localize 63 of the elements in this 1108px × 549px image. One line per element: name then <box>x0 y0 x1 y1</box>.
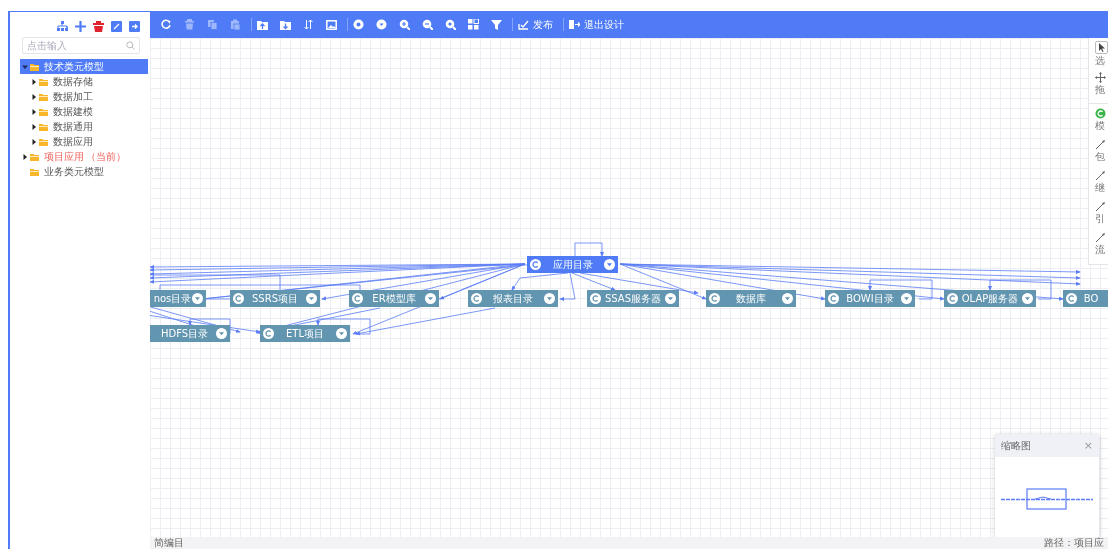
toolbar-button[interactable]: 发布 <box>517 16 554 33</box>
diagram-node[interactable]: BOWI目录 <box>825 290 915 307</box>
node-label: BO <box>1082 293 1100 304</box>
tree-item[interactable]: 项目应用 （当前） <box>22 149 148 164</box>
palette-tool[interactable]: 流 <box>1089 232 1108 263</box>
current-tag: （当前） <box>86 149 126 164</box>
diagram-node[interactable]: BO <box>1063 290 1108 307</box>
diagram-node[interactable]: ETL项目 <box>260 325 350 342</box>
tree-label: 项目应用 <box>44 149 84 164</box>
node-label: OLAP服务器 <box>960 291 1020 306</box>
tree-label: 数据存储 <box>53 74 93 89</box>
tool-label: 继 <box>1095 182 1105 193</box>
node-label: nos目录 <box>153 291 192 306</box>
toolbar-button[interactable]: 退出设计 <box>568 16 625 33</box>
node-label: 报表目录 <box>492 291 534 306</box>
node-label: SSRS项目 <box>251 291 299 306</box>
diagram-node[interactable]: SSRS项目 <box>230 290 320 307</box>
tree-item[interactable]: 数据加工 <box>22 89 148 104</box>
node-label: BOWI目录 <box>845 291 895 306</box>
palette-tool[interactable]: 继 <box>1089 170 1108 201</box>
path-text: 路径：项目应 <box>1044 536 1104 549</box>
panel-title: 缩略图 <box>1001 438 1031 453</box>
tool-label: 选 <box>1095 55 1105 66</box>
node-label: SSAS服务器 <box>603 291 663 306</box>
palette-tool[interactable]: 拖 <box>1089 72 1108 103</box>
close-button[interactable]: × <box>1083 439 1093 452</box>
status-text: 简编目 <box>154 536 184 549</box>
tree-label: 数据应用 <box>53 134 93 149</box>
node-label: ETL项目 <box>285 326 325 341</box>
tree-item[interactable]: 数据存储 <box>22 74 148 89</box>
palette-tool[interactable]: 选 <box>1089 41 1108 72</box>
palette-tool[interactable]: 引 <box>1089 201 1108 232</box>
diagram-canvas[interactable]: 应用目录 nos目录 SSRS项目 ER模型库 报表目录 SSAS服务器 数据库 BOWI目录 OLAP服务器 BO HDFS目录 ETL项目 选 拖 模 包 继 引 流 缩略图 × <box>150 38 1108 537</box>
diagram-node[interactable]: 报表目录 <box>468 290 558 307</box>
node-label: HDFS目录 <box>159 326 210 341</box>
node-label: 应用目录 <box>551 257 594 272</box>
tree-label: 数据通用 <box>53 119 93 134</box>
tree-label: 技术类元模型 <box>44 59 104 74</box>
tool-label: 流 <box>1095 244 1105 255</box>
diagram-node[interactable]: nos目录 <box>150 290 206 307</box>
diagram-node[interactable]: 应用目录 <box>527 256 618 273</box>
tree-item[interactable]: 业务类元模型 <box>22 164 148 179</box>
node-label: ER模型库 <box>371 291 417 306</box>
tree-item[interactable]: 数据建模 <box>22 104 148 119</box>
tool-label: 包 <box>1095 151 1105 162</box>
tree-label: 业务类元模型 <box>44 164 104 179</box>
tree-item[interactable]: 数据应用 <box>22 134 148 149</box>
tree-label: 数据加工 <box>53 89 93 104</box>
diagram-node[interactable]: HDFS目录 <box>150 325 230 342</box>
diagram-node[interactable]: OLAP服务器 <box>944 290 1036 307</box>
tool-label: 引 <box>1095 213 1105 224</box>
diagram-node[interactable]: SSAS服务器 <box>587 290 679 307</box>
tree-item[interactable]: 技术类元模型 <box>20 59 148 74</box>
search-field[interactable]: 点击输入 <box>22 37 140 54</box>
tree-label: 数据建模 <box>53 104 93 119</box>
tool-label: 模 <box>1095 120 1105 131</box>
palette-tool[interactable]: 包 <box>1089 139 1108 170</box>
node-label: 数据库 <box>735 291 767 306</box>
tool-label: 拖 <box>1095 84 1105 95</box>
palette-tool[interactable]: 模 <box>1089 108 1108 139</box>
diagram-node[interactable]: ER模型库 <box>349 290 439 307</box>
tree-item[interactable]: 数据通用 <box>22 119 148 134</box>
diagram-node[interactable]: 数据库 <box>706 290 796 307</box>
